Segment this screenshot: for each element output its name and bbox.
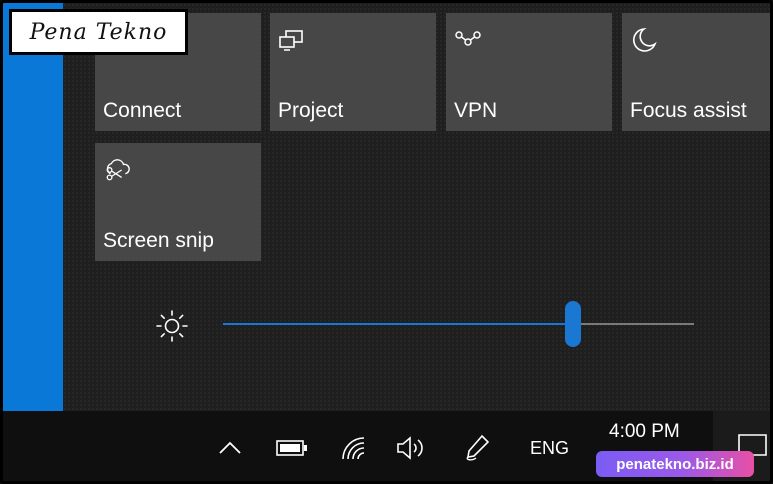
language-indicator[interactable]: ENG	[530, 438, 569, 459]
vpn-icon	[455, 31, 481, 46]
sun-icon	[156, 310, 188, 342]
tile-screen-snip[interactable]: Screen snip	[95, 143, 261, 261]
project-icon	[279, 30, 303, 51]
tile-project[interactable]: Project	[270, 13, 436, 131]
battery-icon[interactable]	[276, 439, 308, 457]
screenshot-frame: Connect Project VPN Focus assist Screen …	[0, 0, 773, 484]
brightness-slider[interactable]	[223, 301, 694, 347]
watermark: penatekno.biz.id	[596, 451, 754, 477]
tile-connect-label: Connect	[103, 99, 182, 122]
chevron-up-icon[interactable]	[217, 438, 243, 458]
screen-snip-icon	[106, 159, 130, 181]
tile-focus-assist-label: Focus assist	[630, 99, 747, 122]
wifi-icon[interactable]	[340, 435, 370, 461]
volume-icon[interactable]	[395, 435, 427, 461]
tile-vpn[interactable]: VPN	[446, 13, 612, 131]
desktop-background	[3, 3, 63, 411]
brightness-slider-thumb[interactable]	[564, 301, 581, 347]
brightness-slider-fill	[223, 323, 572, 325]
tile-project-label: Project	[278, 99, 344, 122]
tile-focus-assist[interactable]: Focus assist	[622, 13, 770, 131]
clock-time[interactable]: 4:00 PM	[609, 421, 680, 443]
pen-icon[interactable]	[462, 433, 494, 463]
logo-text: Pena Tekno	[29, 19, 168, 45]
moon-icon	[632, 28, 657, 52]
tile-vpn-label: VPN	[454, 99, 498, 122]
tile-screen-snip-label: Screen snip	[103, 229, 214, 252]
logo-badge: Pena Tekno	[9, 9, 188, 55]
